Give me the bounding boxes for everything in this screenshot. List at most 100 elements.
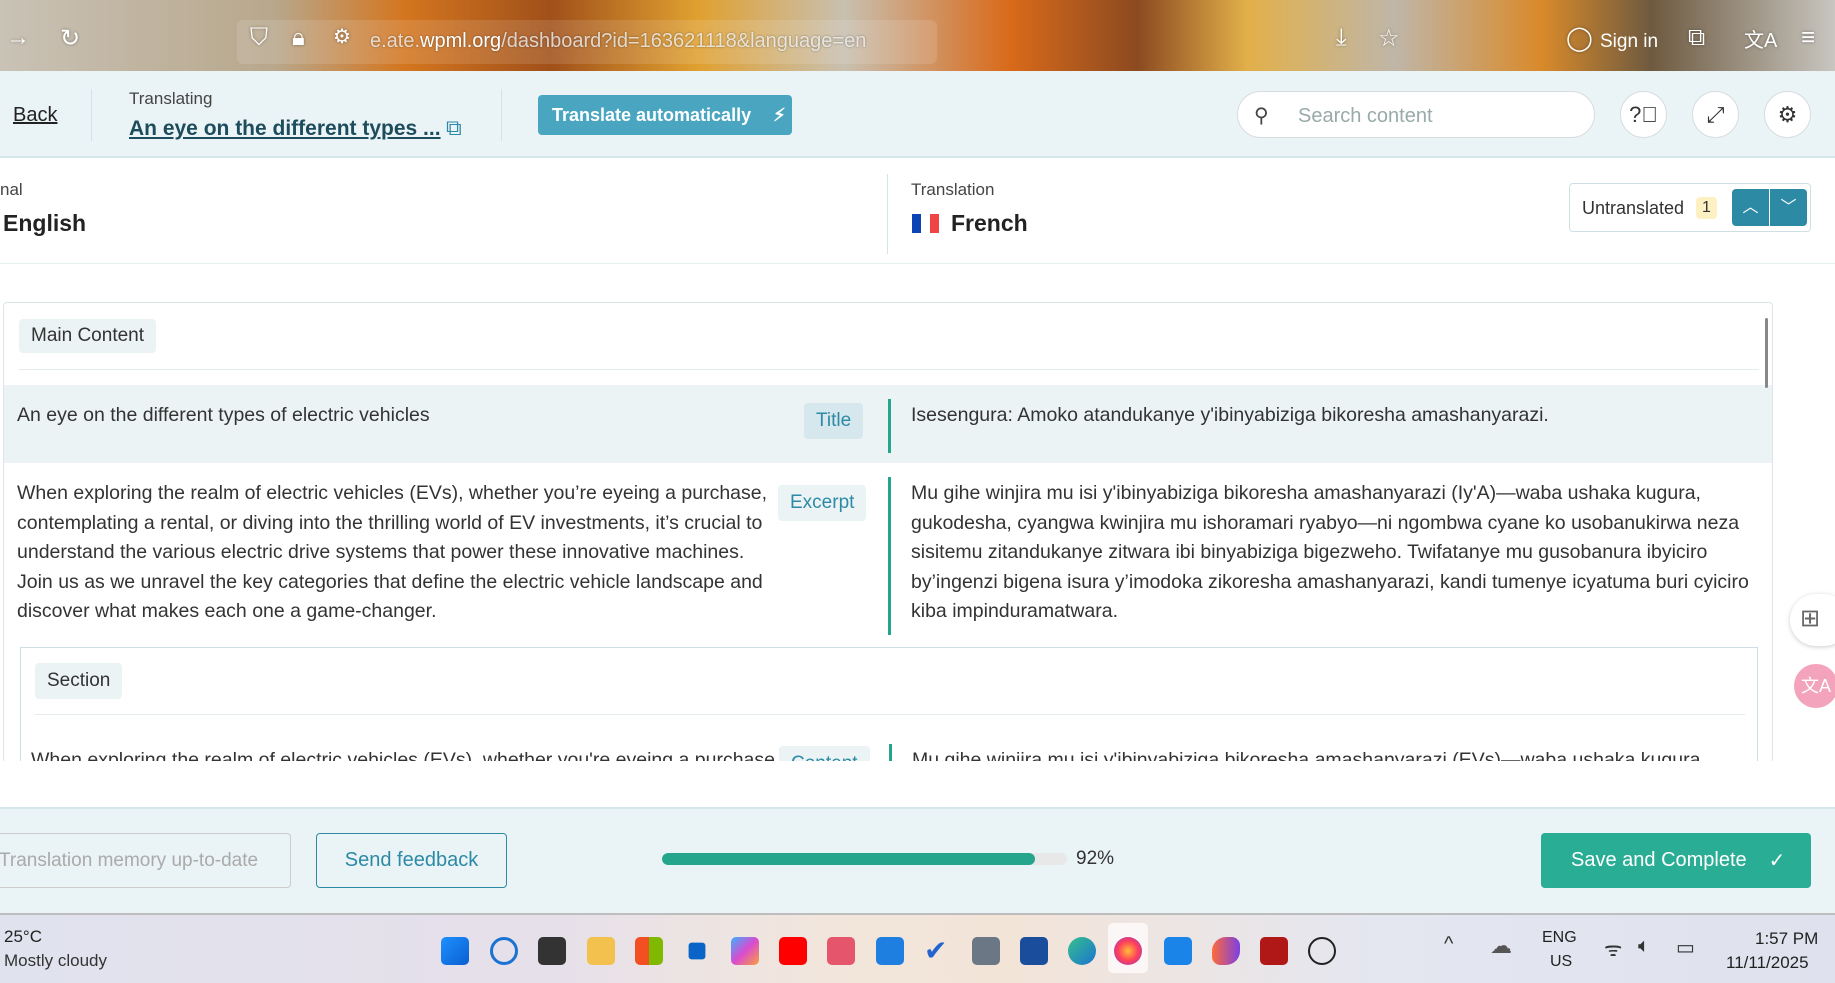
untranslated-count-badge: 1 <box>1696 197 1717 219</box>
reload-icon[interactable]: ↻ <box>60 24 80 53</box>
taskbar: 25°C Mostly cloudy ✔ ^ ☁ ENG US ᯤ 🔈︎ ▭ 1… <box>0 913 1835 983</box>
section-tag: Section <box>35 663 123 699</box>
document-title-link[interactable]: An eye on the different types ... <box>129 117 441 141</box>
translate-extension-icon[interactable]: 文A <box>1794 664 1835 708</box>
source-text: When exploring the realm of electric veh… <box>31 749 781 761</box>
next-untranslated-button[interactable]: ﹀ <box>1770 189 1807 226</box>
translate-automatically-label: Translate automatically <box>552 104 752 125</box>
permissions-icon[interactable]: ⚙ <box>333 24 351 49</box>
calculator-icon[interactable] <box>972 937 1000 965</box>
divider <box>887 174 888 254</box>
extensions-icon[interactable]: ⧉ <box>1688 24 1705 52</box>
source-text: When exploring the realm of electric veh… <box>17 482 768 622</box>
section-box: Section When exploring the realm of elec… <box>20 647 1758 761</box>
translation-language: French <box>951 210 1028 236</box>
bookmark-star-icon[interactable]: ☆ <box>1378 24 1400 53</box>
original-language: English <box>3 210 87 236</box>
url-text[interactable]: e.ate.wpml.org/dashboard?id=163621118&la… <box>370 30 866 53</box>
fullscreen-button[interactable]: ⤢ <box>1692 91 1739 138</box>
url-prefix: e.ate. <box>370 30 421 52</box>
segment-divider <box>889 744 892 761</box>
segment-type-badge: Title <box>804 403 864 439</box>
onedrive-icon[interactable]: ☁ <box>1490 933 1512 959</box>
search-placeholder: Search content <box>1298 105 1433 127</box>
ai-widget-button[interactable]: ⊞ <box>1790 594 1835 646</box>
content-card: Main Content An eye on the different typ… <box>3 302 1773 761</box>
translation-label: Translation <box>911 180 995 199</box>
volume-icon[interactable]: 🔈︎ <box>1638 935 1650 958</box>
original-label: nal <box>0 180 23 199</box>
save-and-complete-button[interactable]: Save and Complete ✓ <box>1541 833 1811 888</box>
scrollbar-thumb[interactable] <box>1765 318 1768 388</box>
target-text[interactable]: Isesengura: Amoko atandukanye y'ibinyabi… <box>911 401 1549 431</box>
weather-desc[interactable]: Mostly cloudy <box>4 951 107 971</box>
source-text: An eye on the different types of electri… <box>17 404 430 426</box>
account-icon[interactable]: ◯ <box>1566 24 1593 53</box>
check-icon: ✓ <box>1768 850 1786 872</box>
bible-app-icon[interactable] <box>1260 937 1288 965</box>
lock-icon[interactable]: 🔒︎ <box>292 24 305 52</box>
untranslated-filter[interactable]: Untranslated 1 ︿ ﹀ <box>1569 183 1811 232</box>
task-view-icon[interactable] <box>538 937 566 965</box>
clock-date[interactable]: 11/11/2025 <box>1726 953 1809 973</box>
download-icon[interactable]: ⤓ <box>1336 24 1347 52</box>
translation-memory-status: Translation memory up-to-date <box>0 833 291 888</box>
segment-divider <box>888 477 891 635</box>
translate-automatically-button[interactable]: Translate automatically ⚡︎ <box>538 95 792 135</box>
url-domain: wpml.org <box>420 30 502 52</box>
segment-row[interactable]: When exploring the realm of electric veh… <box>4 463 1772 645</box>
translate-icon[interactable]: 文A <box>1744 24 1777 53</box>
target-text[interactable]: Mu gihe winjira mu isi y'ibinyabiziga bi… <box>912 746 1706 761</box>
edge-icon[interactable] <box>1068 937 1096 965</box>
segment-row[interactable]: An eye on the different types of electri… <box>4 385 1772 463</box>
save-label: Save and Complete <box>1571 849 1747 871</box>
youtube-icon[interactable] <box>779 937 807 965</box>
outlook-new-icon[interactable] <box>876 937 904 965</box>
back-link[interactable]: Back <box>13 104 57 127</box>
menu-icon[interactable]: ≡ <box>1801 24 1815 52</box>
globe-icon[interactable] <box>1308 937 1336 965</box>
battery-icon[interactable]: ▭ <box>1676 935 1695 960</box>
forward-icon[interactable]: → <box>6 24 30 52</box>
app-icon[interactable] <box>1212 937 1240 965</box>
input-language[interactable]: ENG <box>1542 929 1577 947</box>
send-feedback-button[interactable]: Send feedback <box>316 833 507 888</box>
divider <box>501 89 502 141</box>
help-icon: ?⃝ <box>1629 101 1658 127</box>
outlook-icon[interactable] <box>688 942 706 960</box>
divider <box>19 369 1759 370</box>
lightning-icon: ⚡︎ <box>773 104 786 125</box>
group-tag: Main Content <box>19 319 157 353</box>
progress-bar <box>662 853 1067 865</box>
start-icon[interactable] <box>441 937 469 965</box>
search-icon: ⚲ <box>1254 105 1269 127</box>
todo-icon[interactable]: ✔ <box>924 937 952 965</box>
segment-divider <box>888 399 891 453</box>
external-link-icon[interactable]: ⧉ <box>446 115 462 141</box>
progress-fill <box>662 853 1035 865</box>
chevron-up-icon[interactable]: ^ <box>1444 933 1453 956</box>
copilot-icon[interactable] <box>731 937 759 965</box>
editor-footer: Translation memory up-to-date Send feedb… <box>0 807 1835 913</box>
app-icon[interactable] <box>827 937 855 965</box>
clock-time[interactable]: 1:57 PM <box>1755 929 1818 949</box>
previous-untranslated-button[interactable]: ︿ <box>1732 189 1769 226</box>
store-icon[interactable] <box>1020 937 1048 965</box>
sign-in-button[interactable]: Sign in <box>1600 31 1658 53</box>
target-text[interactable]: Mu gihe winjira mu isi y'ibinyabiziga bi… <box>911 479 1751 627</box>
wifi-icon[interactable]: ᯤ <box>1604 935 1622 962</box>
shield-icon[interactable]: ⛉ <box>250 24 268 52</box>
divider <box>35 714 1745 715</box>
firefox-icon[interactable] <box>1114 937 1142 965</box>
grid-sparkle-icon: ⊞ <box>1800 605 1821 632</box>
file-explorer-icon[interactable] <box>587 937 615 965</box>
calendar-icon[interactable] <box>1164 937 1192 965</box>
search-input[interactable]: ⚲ Search content <box>1237 91 1595 138</box>
gear-icon: ⚙ <box>1777 101 1798 127</box>
settings-button[interactable]: ⚙ <box>1764 91 1811 138</box>
input-region[interactable]: US <box>1550 953 1572 971</box>
help-button[interactable]: ?⃝ <box>1620 91 1667 138</box>
weather-temp[interactable]: 25°C <box>4 927 42 947</box>
microsoft-store-icon[interactable] <box>635 937 663 965</box>
search-icon[interactable] <box>490 937 518 965</box>
